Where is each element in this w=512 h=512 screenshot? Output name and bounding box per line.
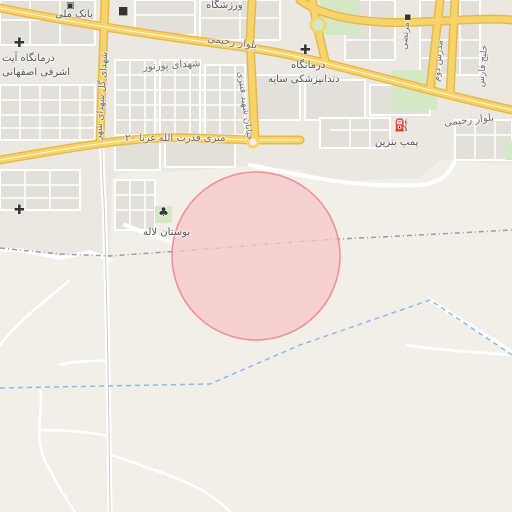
shop-icon[interactable]: ▪: [404, 10, 411, 23]
map-view[interactable]: بانک ملی ورزشگاه بلوار رحیمی شهدای پورنو…: [0, 0, 512, 512]
roundabout: [309, 16, 327, 34]
search-radius-circle[interactable]: [171, 171, 341, 341]
park-area: [505, 140, 512, 160]
label-varzeshgah: ورزشگاه: [206, 0, 243, 11]
hospital-cross-icon[interactable]: ✚: [14, 204, 25, 217]
label-vertical-right-1: مرتضی: [399, 21, 412, 51]
hospital-cross-icon[interactable]: ✚: [300, 44, 311, 57]
label-darmangah: درمانگاه: [291, 60, 326, 71]
label-gas-station: پمپ بنزین: [375, 137, 419, 148]
label-boostan-laleh: بوستان لاله: [143, 227, 191, 238]
label-ashrafi: اشرفی اصفهانی: [2, 67, 71, 78]
label-dentistry: دندانپزشکی سایه: [268, 74, 340, 85]
tree-icon[interactable]: ♣: [155, 206, 172, 223]
label-street-20m: ۲۰ متری قدرت الله غربا: [125, 133, 226, 144]
building-icon[interactable]: ▣: [66, 0, 75, 13]
label-darmangah-ayat: درمانگاه آیت: [2, 53, 55, 64]
hospital-cross-icon[interactable]: ✚: [14, 37, 25, 50]
fuel-pump-icon[interactable]: ⛽: [394, 119, 409, 132]
bank-icon[interactable]: ■: [118, 4, 128, 17]
